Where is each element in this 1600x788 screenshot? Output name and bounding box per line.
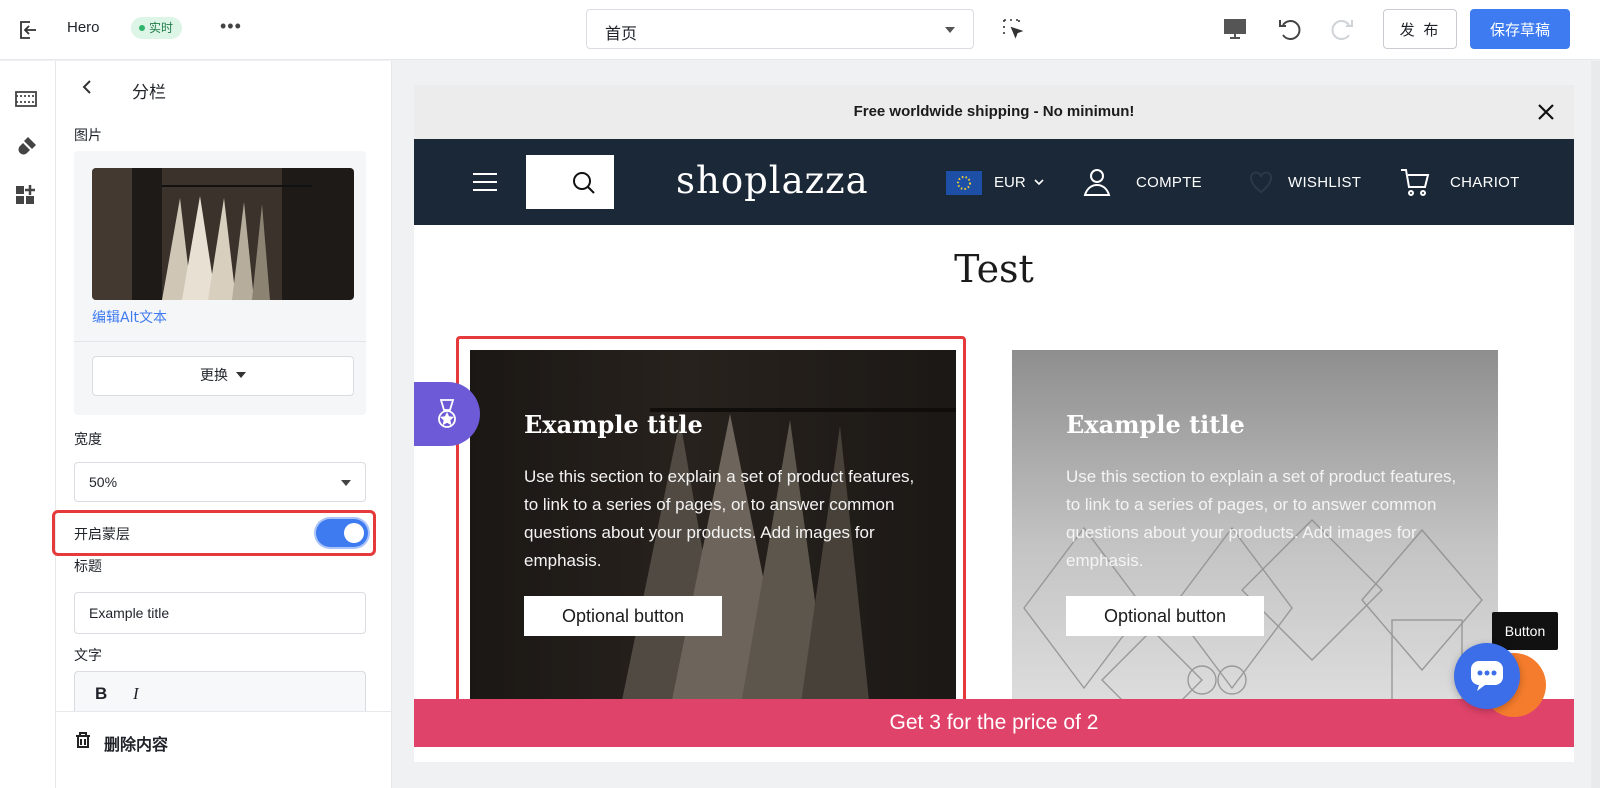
replace-label: 更换 (200, 368, 228, 384)
divider (74, 341, 366, 342)
cart-icon[interactable] (1400, 167, 1430, 197)
width-value: 50% (89, 474, 118, 490)
overlay-row: 开启蒙层 (52, 510, 376, 556)
account-link[interactable]: COMPTE (1136, 174, 1202, 191)
live-badge: 实时 (131, 17, 183, 39)
width-label: 宽度 (74, 432, 102, 448)
store-logo[interactable]: shoplazza (676, 159, 869, 202)
theme-name: Hero (67, 19, 100, 36)
replace-button[interactable]: 更换 (92, 356, 354, 396)
chat-button[interactable] (1454, 643, 1520, 709)
user-icon[interactable] (1082, 167, 1112, 197)
delete-bar[interactable]: 删除内容 (56, 711, 391, 788)
section-title: Test (954, 247, 1034, 291)
trash-icon (76, 732, 90, 748)
italic-button[interactable]: I (133, 684, 139, 704)
live-badge-label: 实时 (149, 21, 174, 35)
image-label: 图片 (74, 128, 102, 144)
overlay-toggle[interactable] (316, 519, 368, 547)
text-label: 文字 (74, 648, 102, 664)
search-icon (573, 172, 595, 194)
desktop-icon[interactable] (1222, 16, 1248, 42)
heading-label: 标题 (74, 559, 102, 575)
announcement-text: Free worldwide shipping - No minimun! (853, 103, 1135, 120)
column-text: Use this section to explain a set of pro… (1066, 467, 1457, 570)
sections-icon[interactable] (14, 87, 38, 111)
settings-panel: 分栏 图片 编辑Alt文本 更换 宽度 50% 开启蒙层 标题 Example … (52, 61, 392, 788)
image-thumbnail[interactable] (92, 168, 354, 300)
panel-title: 分栏 (132, 83, 166, 103)
edit-alt-link[interactable]: 编辑Alt文本 (92, 307, 167, 327)
heading-input[interactable]: Example title (74, 592, 366, 634)
live-dot-icon (139, 25, 145, 31)
chevron-down-icon (341, 480, 351, 486)
column-card[interactable]: Example title Use this section to explai… (1012, 350, 1498, 710)
width-select[interactable]: 50% (74, 462, 366, 502)
back-icon[interactable] (78, 77, 98, 97)
top-bar: Hero 实时 ••• 首页 发 布 保存草稿 (0, 0, 1600, 60)
undo-icon[interactable] (1276, 16, 1302, 42)
delete-label: 删除内容 (104, 735, 169, 754)
scrollbar[interactable] (1591, 61, 1600, 788)
rewards-tab[interactable] (414, 382, 480, 446)
bold-button[interactable]: B (95, 684, 107, 704)
wishlist-link[interactable]: WISHLIST (1288, 174, 1361, 191)
save-draft-button[interactable]: 保存草稿 (1470, 9, 1570, 49)
search-box[interactable] (526, 155, 614, 209)
chat-icon (1471, 661, 1503, 691)
menu-icon[interactable] (472, 171, 498, 193)
column-title: Example title (1066, 410, 1245, 439)
caret-down-icon (236, 372, 246, 378)
medal-icon (438, 399, 456, 428)
redo-icon[interactable] (1330, 16, 1356, 42)
store-header: shoplazza EUR COMPTE WISHLIST CHARIOT (414, 139, 1574, 225)
chevron-down-icon (945, 27, 955, 33)
icon-rail (0, 61, 56, 788)
announcement-bar: Free worldwide shipping - No minimun! (414, 85, 1574, 139)
currency-selector[interactable]: EUR (994, 174, 1026, 191)
page-select-value: 首页 (605, 26, 638, 43)
promo-bar: Get 3 for the price of 2 (414, 699, 1574, 747)
cart-link[interactable]: CHARIOT (1450, 174, 1520, 191)
more-icon[interactable]: ••• (220, 16, 242, 37)
chevron-down-icon (1034, 179, 1044, 186)
toggle-knob (344, 523, 364, 543)
theme-icon[interactable] (14, 135, 38, 159)
select-tool-icon[interactable] (1002, 18, 1024, 40)
flag-icon (946, 171, 982, 195)
heading-input-value: Example title (89, 605, 170, 621)
heart-icon[interactable] (1248, 169, 1274, 195)
page-select[interactable]: 首页 (586, 9, 974, 49)
apps-icon[interactable] (14, 183, 38, 207)
overlay-label: 开启蒙层 (74, 527, 130, 543)
tooltip: Button (1492, 612, 1558, 650)
exit-icon[interactable] (16, 18, 40, 42)
selection-outline (456, 336, 966, 703)
image-card: 编辑Alt文本 更换 (74, 151, 366, 415)
close-icon[interactable] (1536, 102, 1556, 122)
store-preview: Free worldwide shipping - No minimun! sh… (414, 85, 1574, 762)
publish-button[interactable]: 发 布 (1383, 9, 1457, 49)
optional-button[interactable]: Optional button (1066, 596, 1264, 636)
